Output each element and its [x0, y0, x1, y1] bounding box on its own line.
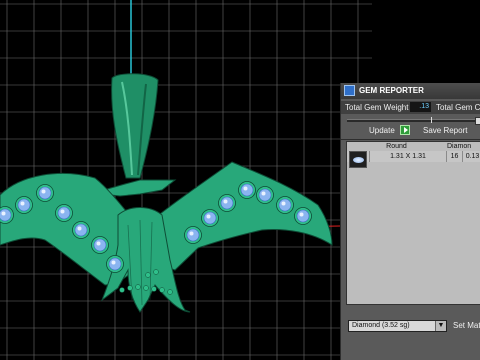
gem-stone	[57, 206, 71, 220]
gem-stone	[0, 208, 12, 222]
panel-titlebar[interactable]: GEM REPORTER	[341, 83, 480, 99]
save-report-button[interactable]: Save Report	[419, 125, 471, 136]
gem-stone	[108, 257, 122, 271]
panel-divider	[341, 139, 480, 140]
material-select-sg: (3.52 sg)	[381, 322, 410, 329]
gem-stone	[240, 183, 254, 197]
panel-title: GEM REPORTER	[359, 86, 424, 95]
gem-highlight	[243, 186, 248, 191]
chevron-down-icon: ▼	[435, 321, 446, 331]
material-select-value: Diamond	[352, 322, 381, 329]
total-gem-weight-value: .13	[410, 102, 431, 112]
gem-table[interactable]: Round Diamon 1.31 X 1.31 16 0.13	[346, 141, 480, 305]
gem-highlight	[299, 212, 304, 217]
gem-stone	[258, 188, 272, 202]
gem-count-cell: 16	[446, 151, 462, 162]
totals-row: Total Gem Weight .13 Total Gem C	[341, 101, 480, 114]
gem-weight-cell: 0.13	[462, 151, 480, 162]
update-button[interactable]: Update	[365, 125, 399, 136]
set-material-button[interactable]: Set Mat	[453, 321, 480, 330]
panel-slider[interactable]	[347, 117, 480, 125]
gem-stone	[278, 198, 292, 212]
material-row: Diamond (3.52 sg) ▼ Set Mat	[341, 317, 480, 335]
gem-highlight	[96, 241, 101, 246]
slider-thumb[interactable]	[475, 117, 480, 125]
gem-highlight	[261, 191, 266, 196]
gem-stone	[220, 196, 234, 210]
gem-stone	[186, 228, 200, 242]
gem-stone	[296, 209, 310, 223]
pendant-bail	[111, 73, 159, 179]
gem-stone	[93, 238, 107, 252]
total-gem-weight-label: Total Gem Weight	[345, 103, 409, 112]
gem-stone	[203, 211, 217, 225]
gem-size-cell: 1.31 X 1.31	[369, 151, 446, 162]
gem-highlight	[281, 201, 286, 206]
gem-reporter-panel: GEM REPORTER Total Gem Weight .13 Total …	[340, 83, 480, 360]
round-gem-icon	[349, 151, 367, 168]
gem-highlight	[111, 260, 116, 265]
slider-tick	[431, 117, 432, 123]
table-header-shape: Round	[386, 143, 407, 150]
gem-highlight	[206, 214, 211, 219]
gem-reporter-icon	[344, 85, 355, 96]
gem-highlight	[223, 199, 228, 204]
gem-highlight	[77, 226, 82, 231]
table-header-material: Diamon	[447, 143, 472, 150]
gem-highlight	[1, 211, 6, 216]
play-icon[interactable]	[400, 125, 410, 135]
table-row[interactable]: 1.31 X 1.31 16 0.13	[347, 151, 480, 168]
gem-stone	[17, 198, 31, 212]
gem-stone	[38, 186, 52, 200]
gem-highlight	[20, 201, 25, 206]
total-gem-count-label: Total Gem C	[436, 103, 480, 112]
gem-highlight	[41, 189, 46, 194]
gem-highlight	[60, 209, 65, 214]
material-select[interactable]: Diamond (3.52 sg) ▼	[348, 320, 447, 332]
gem-stone	[74, 223, 88, 237]
gem-highlight	[189, 231, 194, 236]
